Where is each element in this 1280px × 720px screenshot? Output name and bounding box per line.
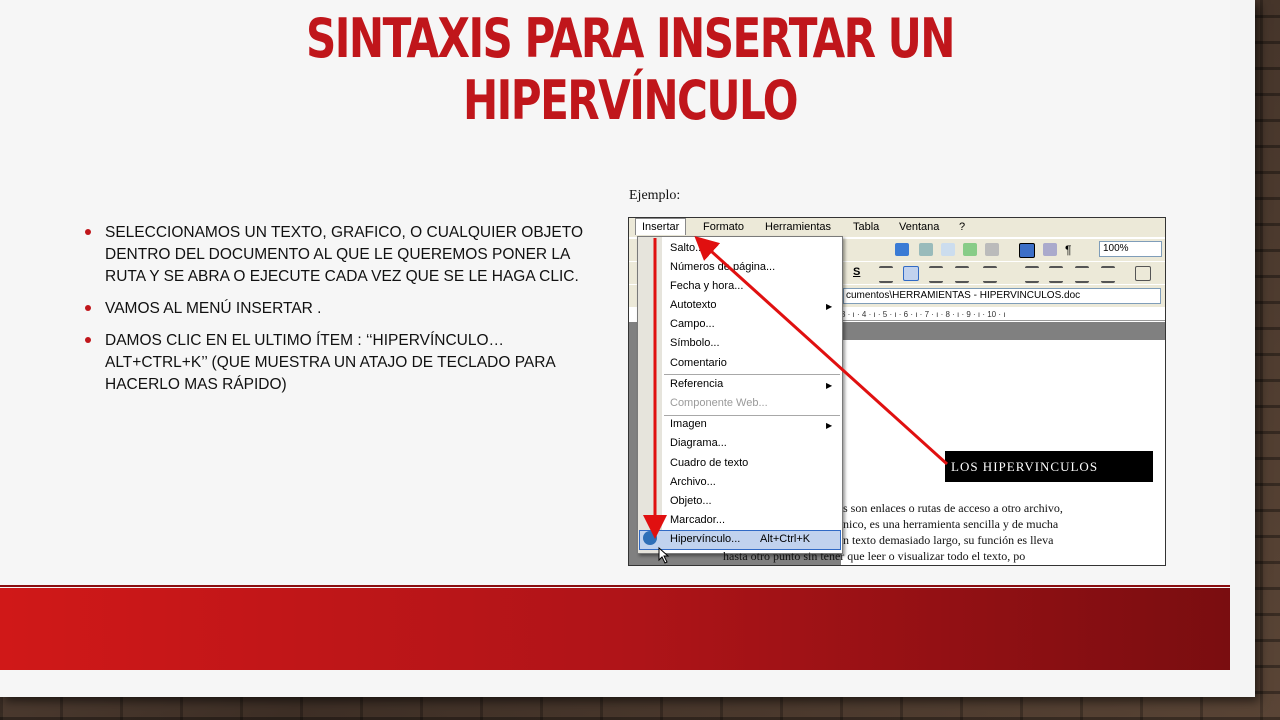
- annotation-arrows: [643, 235, 949, 564]
- word-screenshot: Insertar Formato Herramientas Tabla Vent…: [628, 217, 1166, 566]
- slide: Sintaxis para insertar un hipervínculo S…: [0, 0, 1255, 697]
- band-divider: [0, 585, 1230, 587]
- title-line-1: Sintaxis para insertar un: [306, 7, 956, 70]
- bullet-item: Damos clic en el ultimo ítem : ‘‘Hiperví…: [85, 330, 595, 396]
- slide-body: Sintaxis para insertar un hipervínculo S…: [0, 0, 1230, 697]
- bullet-item: Vamos al menú Insertar .: [85, 298, 595, 320]
- title-line-2: hipervínculo: [462, 69, 799, 132]
- mouse-cursor-icon: [658, 546, 670, 564]
- diagonal-arrow: [694, 235, 949, 466]
- slide-title: Sintaxis para insertar un hipervínculo: [240, 8, 1020, 132]
- example-label: Ejemplo:: [629, 188, 681, 203]
- bullet-item: Seleccionamos un texto, grafico, o cualq…: [85, 222, 595, 288]
- bullet-list: Seleccionamos un texto, grafico, o cualq…: [85, 222, 595, 406]
- footer-band: [0, 588, 1230, 670]
